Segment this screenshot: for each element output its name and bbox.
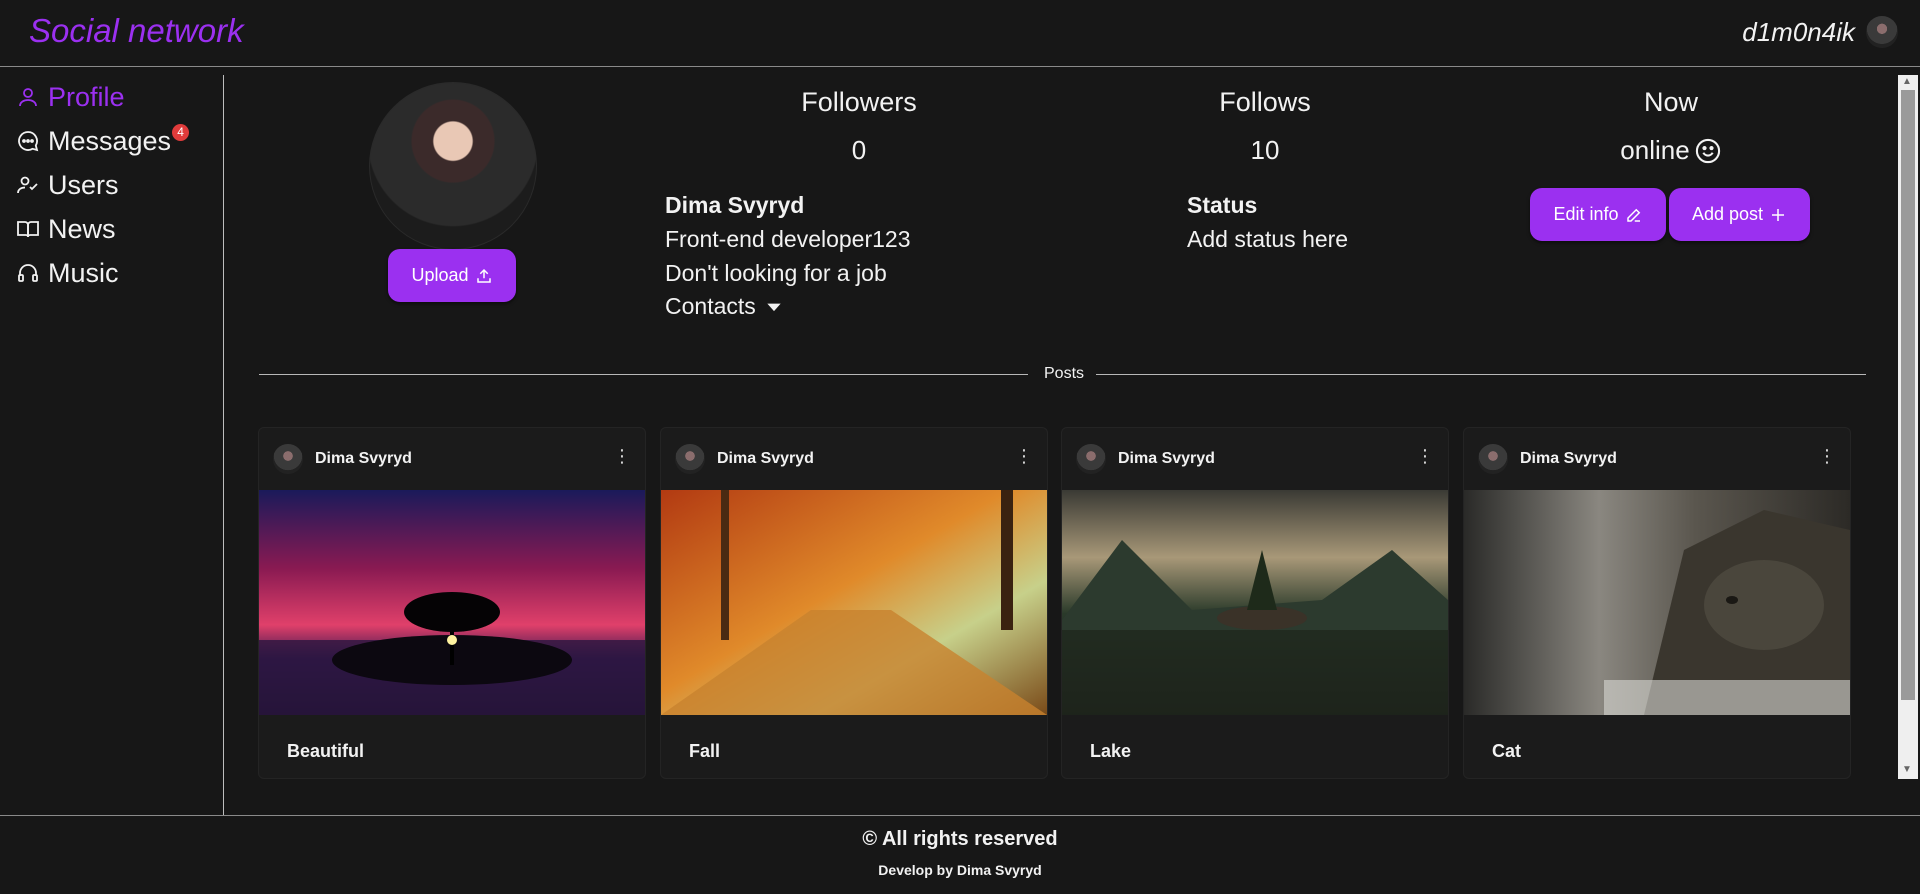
add-post-label: Add post <box>1691 204 1764 224</box>
chat-icon <box>18 131 39 152</box>
contacts-toggle[interactable]: Contacts <box>665 293 784 320</box>
sidebar-item-label-wrap: Messages 4 <box>48 123 190 157</box>
online-status: online <box>1571 135 1771 166</box>
sidebar-item-label: News <box>48 213 116 244</box>
post-header: Dima Svyryd ⋮ <box>661 428 1047 490</box>
divider-line-right <box>1096 374 1866 375</box>
book-icon <box>17 221 39 238</box>
sidebar-item-label: Users <box>48 169 119 200</box>
profile-job-status: Don't looking for a job <box>665 260 887 286</box>
smile-icon <box>1695 138 1720 163</box>
followers-count: 0 <box>851 135 867 165</box>
post-author-avatar <box>273 444 303 474</box>
post-card[interactable]: Dima Svyryd ⋮ Beautiful <box>258 427 646 779</box>
follows-title: Follows <box>1219 87 1311 117</box>
pencil-icon <box>1626 208 1640 222</box>
more-vert-icon[interactable]: ⋮ <box>1015 446 1033 467</box>
post-author-avatar <box>675 444 705 474</box>
caret-down-icon <box>767 303 781 311</box>
upload-button[interactable]: Upload <box>388 249 516 302</box>
edit-info-label: Edit info <box>1553 204 1619 224</box>
footer-credit: Develop by Dima Svyryd <box>878 862 1042 878</box>
now-title: Now <box>1643 87 1698 117</box>
post-image-autumn-forest <box>661 490 1047 715</box>
scrollbar-thumb[interactable] <box>1901 90 1915 700</box>
posts-section-label: Posts <box>1044 365 1085 382</box>
brand-title[interactable]: Social network <box>29 12 244 50</box>
more-vert-icon[interactable]: ⋮ <box>613 446 631 467</box>
post-title: Beautiful <box>287 741 365 761</box>
post-card[interactable]: Dima Svyryd ⋮ Cat <box>1463 427 1851 779</box>
messages-count-badge: 4 <box>172 123 190 141</box>
post-author: Dima Svyryd <box>1520 450 1617 467</box>
post-card[interactable]: Dima Svyryd ⋮ Lake <box>1061 427 1449 779</box>
profile-avatar <box>369 82 537 250</box>
scroll-up-icon[interactable]: ▲ <box>1902 76 1912 87</box>
sidebar-item-music[interactable]: Music <box>16 253 119 293</box>
online-status-label: online <box>1620 135 1690 165</box>
more-vert-icon[interactable]: ⋮ <box>1416 446 1434 467</box>
post-author: Dima Svyryd <box>315 450 412 467</box>
post-header: Dima Svyryd ⋮ <box>1464 428 1850 490</box>
app-footer: © All rights reserved Develop by Dima Sv… <box>0 815 1920 894</box>
sidebar-item-label: Profile <box>48 81 125 112</box>
contacts-label: Contacts <box>665 293 756 319</box>
sidebar-item-label: Music <box>48 257 119 288</box>
status-title: Status <box>1187 192 1258 218</box>
divider-line-left <box>259 374 1028 375</box>
profile-name: Dima Svyryd <box>665 192 805 218</box>
user-icon <box>19 88 37 107</box>
plus-icon <box>1772 208 1785 221</box>
post-header: Dima Svyryd ⋮ <box>259 428 645 490</box>
sidebar-item-label: Messages <box>48 125 172 156</box>
followers-title: Followers <box>801 87 917 117</box>
status-text[interactable]: Add status here <box>1187 226 1348 253</box>
post-author: Dima Svyryd <box>717 450 814 467</box>
post-image-cat <box>1464 490 1850 715</box>
post-title: Fall <box>689 741 721 761</box>
follows-count: 10 <box>1250 135 1280 165</box>
footer-copyright: © All rights reserved <box>862 828 1058 850</box>
post-header: Dima Svyryd ⋮ <box>1062 428 1448 490</box>
post-author-avatar <box>1076 444 1106 474</box>
sidebar-item-users[interactable]: Users <box>16 165 119 205</box>
post-author-avatar <box>1478 444 1508 474</box>
post-image-mountain-lake <box>1062 490 1448 715</box>
sidebar-item-messages[interactable]: Messages 4 <box>16 121 190 161</box>
upload-button-label: Upload <box>411 265 469 285</box>
profile-about: Front-end developer123 <box>665 226 911 252</box>
post-author: Dima Svyryd <box>1118 450 1215 467</box>
sidebar: Profile Messages 4 Users News Music <box>0 75 224 815</box>
add-post-button[interactable]: Add post <box>1669 188 1810 241</box>
users-icon <box>17 176 38 194</box>
header-username[interactable]: d1m0n4ik <box>1742 17 1855 48</box>
post-card[interactable]: Dima Svyryd ⋮ Fall <box>660 427 1048 779</box>
sidebar-item-news[interactable]: News <box>16 209 116 249</box>
post-title: Lake <box>1090 741 1132 761</box>
post-image-sunset-tree <box>259 490 645 715</box>
sidebar-item-profile[interactable]: Profile <box>16 77 125 117</box>
post-title: Cat <box>1492 741 1522 761</box>
app-header: Social network d1m0n4ik <box>0 0 1920 67</box>
more-vert-icon[interactable]: ⋮ <box>1818 446 1836 467</box>
scroll-down-icon[interactable]: ▼ <box>1902 764 1912 775</box>
headphones-icon <box>18 264 38 282</box>
edit-info-button[interactable]: Edit info <box>1530 188 1666 241</box>
upload-icon <box>476 268 491 283</box>
header-avatar[interactable] <box>1866 16 1898 48</box>
